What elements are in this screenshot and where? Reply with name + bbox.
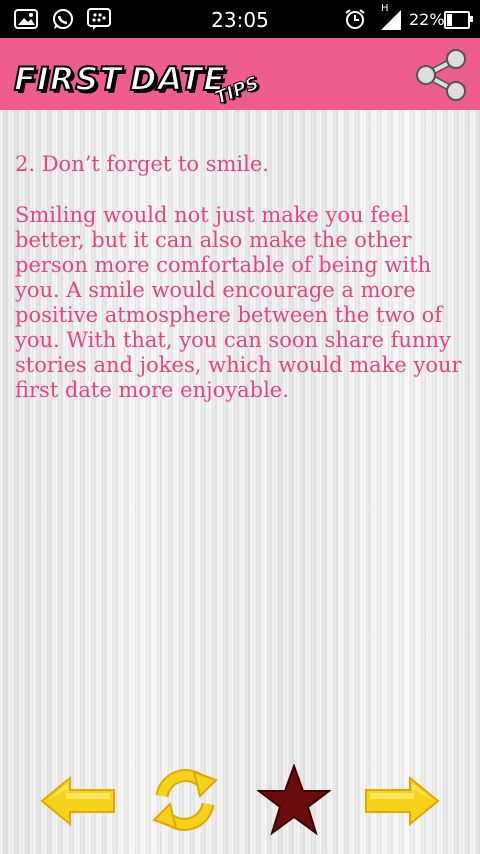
logo-word-first: FIRST — [13, 59, 123, 99]
refresh-icon[interactable] — [150, 766, 220, 834]
app-bar: FIRST DATE TIPS — [0, 38, 480, 110]
tip-title: 2. Don’t forget to smile. — [15, 152, 269, 176]
clock: 23:05 — [211, 8, 269, 32]
logo-word-date: DATE — [129, 59, 226, 99]
next-arrow-icon[interactable] — [364, 775, 440, 827]
alarm-icon — [345, 9, 365, 29]
signal-icon — [381, 10, 401, 30]
previous-arrow-icon[interactable] — [40, 775, 116, 827]
tip-body: Smiling would not just make you feel bet… — [15, 203, 462, 402]
favorite-star-icon[interactable] — [257, 764, 331, 836]
battery-percent: 22% — [409, 10, 445, 29]
share-icon[interactable] — [412, 45, 470, 103]
status-bar: 23:05 H 22% — [0, 0, 480, 38]
battery-icon — [444, 11, 473, 29]
